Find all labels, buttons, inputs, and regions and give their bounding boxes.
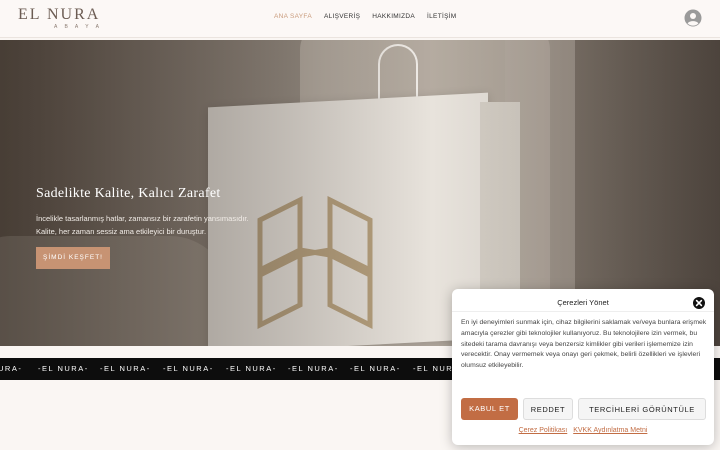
- cookie-policy-links: Çerez Politikası KVKK Aydınlatma Metni: [452, 427, 714, 434]
- divider: [452, 311, 714, 312]
- cookie-dialog-title: Çerezleri Yönet: [557, 298, 609, 307]
- accept-cookies-button[interactable]: KABUL ET: [461, 398, 518, 420]
- logo[interactable]: EL NURA A B A Y A: [18, 6, 118, 32]
- user-circle-icon[interactable]: [684, 9, 702, 27]
- logo-text: EL NURA: [18, 6, 101, 23]
- hero-line-1: İncelikle tasarlanmış hatlar, zamansız b…: [36, 214, 249, 223]
- marquee-item: -EL NURA-: [38, 364, 89, 373]
- nav-item-contact[interactable]: İLETİŞİM: [427, 13, 457, 20]
- marquee-item: -EL NURA-: [226, 364, 277, 373]
- hero-description: İncelikle tasarlanmış hatlar, zamansız b…: [36, 212, 296, 238]
- nav-item-shop[interactable]: ALIŞVERİŞ: [324, 13, 360, 20]
- nav-item-about[interactable]: HAKKIMIZDA: [372, 13, 415, 20]
- close-icon[interactable]: [693, 296, 705, 309]
- view-preferences-button[interactable]: TERCİHLERİ GÖRÜNTÜLE: [578, 398, 706, 420]
- hero-title: Sadelikte Kalite, Kalıcı Zarafet: [36, 186, 221, 201]
- main-nav: ANA SAYFA ALIŞVERİŞ HAKKIMIZDA İLETİŞİM: [274, 13, 457, 20]
- site-header: EL NURA A B A Y A ANA SAYFA ALIŞVERİŞ HA…: [0, 0, 720, 38]
- kvkk-notice-link[interactable]: KVKK Aydınlatma Metni: [573, 427, 647, 434]
- cookie-message: En iyi deneyimleri sunmak için, cihaz bi…: [461, 319, 707, 370]
- discover-button[interactable]: ŞİMDİ KEŞFET!: [36, 247, 110, 269]
- cookie-consent-dialog: Çerezleri Yönet En iyi deneyimleri sunma…: [452, 289, 714, 445]
- hero-line-2: Kalite, her zaman sessiz ama etkileyici …: [36, 227, 207, 236]
- marquee-item: -EL NURA-: [100, 364, 151, 373]
- reject-cookies-button[interactable]: REDDET: [523, 398, 573, 420]
- logo-subtext: A B A Y A: [54, 24, 102, 30]
- marquee-item: -EL NURA-: [350, 364, 401, 373]
- marquee-item: -EL NURA-: [163, 364, 214, 373]
- marquee-item: URA-: [0, 364, 23, 373]
- cookie-policy-link[interactable]: Çerez Politikası: [519, 427, 568, 434]
- nav-item-home[interactable]: ANA SAYFA: [274, 13, 312, 20]
- marquee-item: -EL NURA-: [288, 364, 339, 373]
